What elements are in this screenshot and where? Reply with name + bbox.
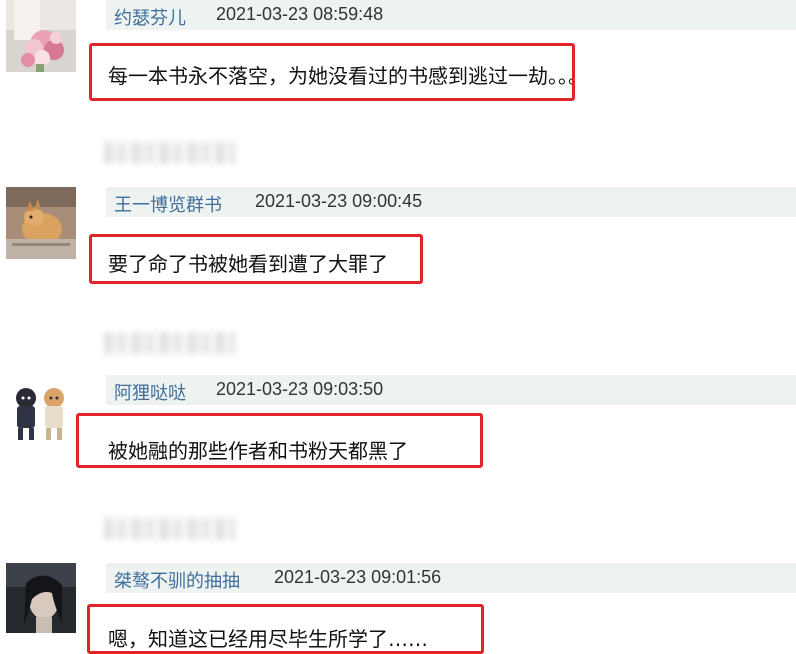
username-link[interactable]: 王一博览群书 <box>114 191 222 217</box>
portrait-avatar-icon[interactable] <box>6 563 76 633</box>
blurred-content <box>104 518 236 540</box>
blurred-content <box>104 142 236 164</box>
comment-header: 王一博览群书 2021-03-23 09:00:45 <box>106 187 796 217</box>
blurred-content <box>104 332 236 354</box>
comment-header: 桀骜不驯的抽抽 2021-03-23 09:01:56 <box>106 563 796 593</box>
comment-timestamp: 2021-03-23 09:03:50 <box>216 379 384 399</box>
comment-timestamp: 2021-03-23 08:59:48 <box>216 4 384 24</box>
comment-header: 阿狸哒哒 2021-03-23 09:03:50 <box>106 375 796 405</box>
highlight-box <box>89 234 423 284</box>
highlight-box <box>87 604 484 654</box>
bouquet-avatar-icon[interactable] <box>6 0 76 72</box>
username-link[interactable]: 桀骜不驯的抽抽 <box>114 567 240 593</box>
cartoon-couple-avatar-icon[interactable] <box>6 378 76 446</box>
highlight-box <box>89 43 575 101</box>
highlight-box <box>76 413 483 468</box>
comment-timestamp: 2021-03-23 09:01:56 <box>274 567 442 587</box>
comment-header: 约瑟芬儿 2021-03-23 08:59:48 <box>106 0 796 30</box>
dog-avatar-icon[interactable] <box>6 187 76 259</box>
comment-timestamp: 2021-03-23 09:00:45 <box>255 191 423 211</box>
username-link[interactable]: 阿狸哒哒 <box>114 379 186 405</box>
username-link[interactable]: 约瑟芬儿 <box>114 4 186 30</box>
